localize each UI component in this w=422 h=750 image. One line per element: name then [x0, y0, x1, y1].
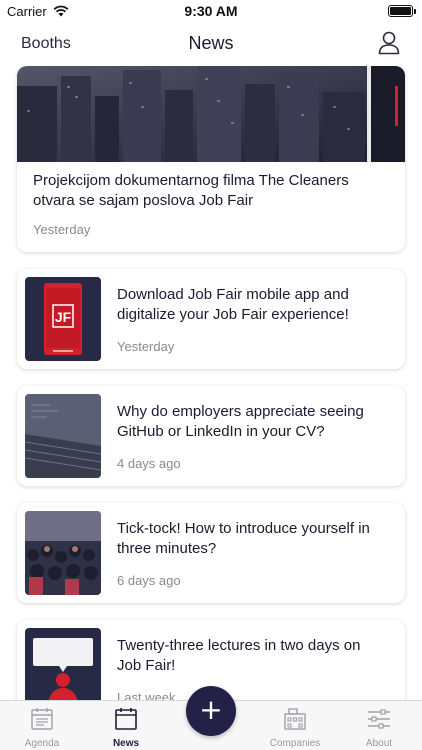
calendar-icon: [115, 708, 137, 730]
news-card-title: Why do employers appreciate seeing GitHu…: [117, 403, 364, 440]
agenda-icon: [31, 708, 53, 730]
tab-label: Agenda: [24, 738, 60, 749]
sliders-icon: [368, 709, 390, 729]
tab-label: Companies: [269, 738, 321, 749]
clock: 9:30 AM: [184, 3, 238, 19]
news-card-title: Twenty-three lectures in two days on Job…: [117, 637, 361, 674]
tab-news[interactable]: News: [84, 701, 168, 750]
news-card-time: Last week: [117, 690, 176, 700]
profile-icon[interactable]: [378, 31, 400, 55]
news-card-title: Download Job Fair mobile app and digital…: [117, 286, 349, 323]
plus-icon: +: [199, 693, 223, 726]
laptop-keyboard-image: [25, 394, 101, 478]
tab-companies[interactable]: Companies: [253, 701, 337, 750]
building-icon: [284, 708, 306, 730]
tab-about[interactable]: About: [337, 701, 421, 750]
news-card-time: Yesterday: [117, 339, 175, 354]
featured-news-title: Projekcijom dokumentarnog filma The Clea…: [33, 172, 349, 209]
city-skyline-image: [17, 66, 405, 162]
audience-image: [25, 511, 101, 595]
page-title: News: [188, 33, 234, 53]
news-feed[interactable]: Projekcijom dokumentarnog filma The Clea…: [0, 66, 422, 700]
tab-label: About: [365, 738, 393, 749]
battery-icon: [388, 5, 416, 17]
status-bar: Carrier 9:30 AM: [0, 0, 422, 22]
svg-text:JF: JF: [55, 309, 72, 325]
news-card-title: Tick-tock! How to introduce yourself in …: [117, 520, 370, 557]
tab-label: News: [112, 738, 140, 749]
speaker-image: [25, 628, 101, 700]
tab-agenda[interactable]: Agenda: [0, 701, 84, 750]
news-card[interactable]: JF Download Job Fair mobile app and digi…: [17, 269, 405, 369]
news-card-time: 4 days ago: [117, 456, 181, 471]
featured-news-card[interactable]: Projekcijom dokumentarnog filma The Clea…: [17, 66, 405, 252]
navigation-bar: Booths News: [0, 22, 422, 66]
featured-news-time: Yesterday: [33, 222, 91, 237]
phone-app-image: JF: [25, 277, 101, 361]
add-button[interactable]: +: [186, 686, 236, 736]
news-card[interactable]: Tick-tock! How to introduce yourself in …: [17, 503, 405, 603]
news-card-time: 6 days ago: [117, 573, 181, 588]
news-card[interactable]: Why do employers appreciate seeing GitHu…: [17, 386, 405, 486]
